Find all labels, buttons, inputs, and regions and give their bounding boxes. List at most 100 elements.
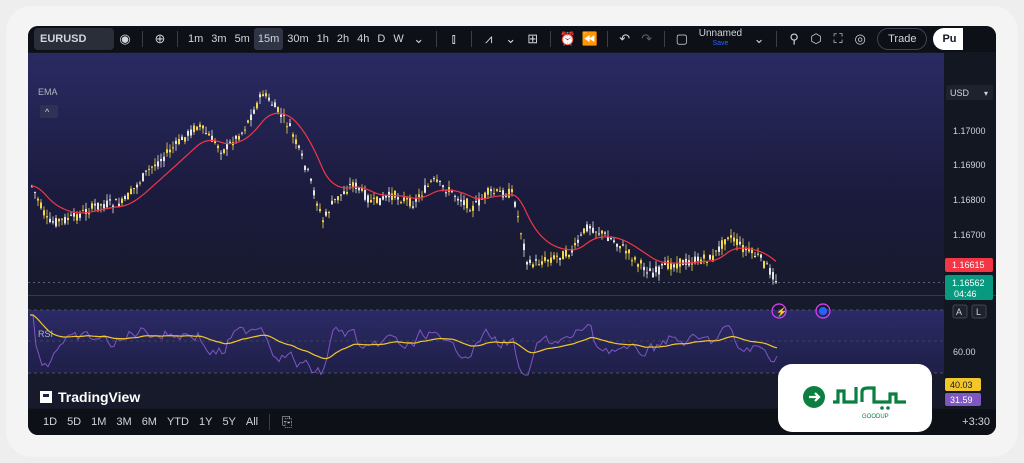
candle-body bbox=[133, 188, 135, 190]
range-6m[interactable]: 6M bbox=[137, 416, 162, 428]
range-5y[interactable]: 5Y bbox=[217, 416, 240, 428]
trade-button[interactable]: Trade bbox=[877, 28, 928, 50]
chevron-down-icon[interactable]: ⌄ bbox=[748, 28, 770, 50]
camera-icon[interactable]: ◎ bbox=[849, 28, 871, 50]
rsi-legend[interactable]: RSI bbox=[38, 329, 53, 339]
candle-body bbox=[412, 206, 414, 208]
goto-date-icon[interactable]: ⎘ bbox=[276, 411, 298, 433]
candle-body bbox=[733, 237, 735, 242]
candle-body bbox=[484, 192, 486, 199]
candle-body bbox=[658, 266, 660, 275]
settings-gear-icon[interactable]: ⬡ bbox=[805, 28, 827, 50]
candle-body bbox=[268, 97, 270, 101]
brand-caption: GOODUP bbox=[862, 414, 889, 420]
interval-1h[interactable]: 1h bbox=[313, 28, 333, 50]
brand-dot bbox=[886, 406, 890, 410]
candle-body bbox=[646, 272, 648, 274]
alarm-icon[interactable]: ⏰ bbox=[557, 28, 579, 50]
candle-body bbox=[523, 243, 525, 251]
candle-body bbox=[190, 129, 192, 136]
candle-body bbox=[145, 170, 147, 172]
candle-body bbox=[667, 260, 669, 269]
candle-body bbox=[439, 180, 441, 182]
range-1d[interactable]: 1D bbox=[38, 416, 62, 428]
interval-w[interactable]: W bbox=[389, 28, 407, 50]
range-all[interactable]: All bbox=[241, 416, 263, 428]
indicators-icon[interactable]: ⩘ bbox=[478, 28, 500, 50]
candle-body bbox=[46, 216, 48, 218]
replay-icon[interactable]: ⏪ bbox=[579, 28, 601, 50]
candle-body bbox=[238, 136, 240, 140]
range-3m[interactable]: 3M bbox=[111, 416, 136, 428]
expand-icon[interactable]: ⛶ bbox=[827, 28, 849, 50]
candle-body bbox=[163, 156, 165, 162]
undo-icon[interactable]: ↶ bbox=[614, 28, 636, 50]
interval-5m[interactable]: 5m bbox=[231, 28, 254, 50]
quick-search-icon[interactable]: ⚲ bbox=[783, 28, 805, 50]
candle-body bbox=[325, 211, 327, 216]
range-1y[interactable]: 1Y bbox=[194, 416, 217, 428]
interval-1m[interactable]: 1m bbox=[184, 28, 207, 50]
candle-body bbox=[508, 188, 510, 198]
candle-body bbox=[730, 235, 732, 238]
brand-wordmark-glyph bbox=[833, 386, 906, 404]
candle-body bbox=[64, 216, 66, 224]
candle-body bbox=[400, 202, 402, 204]
candle-body bbox=[697, 256, 699, 262]
layout-name: Unnamed bbox=[698, 28, 743, 39]
candle-body bbox=[127, 192, 129, 200]
candle-body bbox=[586, 224, 588, 232]
candle-body bbox=[34, 192, 36, 194]
publish-button[interactable]: Pu bbox=[933, 28, 963, 50]
fullscreen-box-icon[interactable]: ▢ bbox=[671, 28, 693, 50]
chevron-down-icon[interactable]: ⌄ bbox=[408, 28, 430, 50]
layout-grid-icon[interactable]: ⊞ bbox=[522, 28, 544, 50]
candle-body bbox=[679, 258, 681, 267]
candle-body bbox=[370, 199, 372, 203]
range-1m[interactable]: 1M bbox=[86, 416, 111, 428]
candle-body bbox=[580, 234, 582, 236]
interval-3m[interactable]: 3m bbox=[207, 28, 230, 50]
watchlist-flag-icon[interactable]: ◉ bbox=[114, 28, 136, 50]
candle-body bbox=[706, 261, 708, 263]
interval-4h[interactable]: 4h bbox=[353, 28, 373, 50]
chart-canvas: USD ▾ EMA ^ RSI 1.17000 1.16900 1.16800 … bbox=[28, 53, 996, 430]
candle-body bbox=[247, 120, 249, 123]
candles-icon[interactable]: ⫾ bbox=[443, 28, 465, 50]
last-price-value: 1.16562 bbox=[952, 278, 985, 288]
chevron-down-icon[interactable]: ⌄ bbox=[500, 28, 522, 50]
chart-area[interactable]: USD ▾ EMA ^ RSI 1.17000 1.16900 1.16800 … bbox=[28, 53, 996, 430]
redo-icon[interactable]: ↷ bbox=[636, 28, 658, 50]
candle-body bbox=[151, 166, 153, 168]
candle-body bbox=[169, 149, 171, 153]
candle-body bbox=[106, 200, 108, 208]
candle-body bbox=[139, 182, 141, 184]
interval-30m[interactable]: 30m bbox=[283, 28, 312, 50]
compare-add-icon[interactable]: ⊕ bbox=[149, 28, 171, 50]
ema-legend[interactable]: EMA bbox=[38, 87, 58, 97]
interval-2h[interactable]: 2h bbox=[333, 28, 353, 50]
candle-body bbox=[355, 182, 357, 189]
tradingview-watermark: TradingView bbox=[58, 389, 140, 405]
candle-body bbox=[130, 188, 132, 195]
candle-body bbox=[154, 164, 156, 167]
candle-body bbox=[205, 132, 207, 134]
interval-15m[interactable]: 15m bbox=[253, 28, 284, 50]
chevron-down-icon: ▾ bbox=[984, 89, 988, 98]
range-5d[interactable]: 5D bbox=[62, 416, 86, 428]
interval-d[interactable]: D bbox=[373, 28, 389, 50]
range-ytd[interactable]: YTD bbox=[162, 416, 194, 428]
candle-body bbox=[475, 200, 477, 203]
candle-body bbox=[670, 263, 672, 270]
timezone-label[interactable]: +3:30 bbox=[962, 409, 990, 435]
bar-countdown: 04:46 bbox=[954, 289, 977, 299]
candle-body bbox=[739, 241, 741, 245]
candle-body bbox=[43, 210, 45, 216]
candle-body bbox=[373, 197, 375, 199]
candle-body bbox=[166, 149, 168, 153]
candle-body bbox=[172, 147, 174, 149]
candle-body bbox=[307, 168, 309, 170]
rsi-value: 31.59 bbox=[950, 395, 973, 405]
layout-name-button[interactable]: Unnamed Save bbox=[693, 28, 748, 50]
symbol-search-button[interactable]: EURUSD bbox=[34, 28, 114, 50]
